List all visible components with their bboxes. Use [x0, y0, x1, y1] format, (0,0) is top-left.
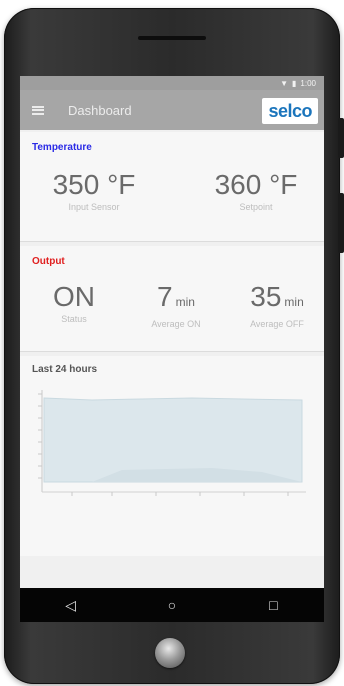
- output-title: Output: [32, 256, 65, 267]
- average-off-unit: min: [284, 295, 304, 309]
- recents-button[interactable]: □: [253, 593, 293, 617]
- status-label: Status: [61, 314, 87, 324]
- average-on-label: Average ON: [151, 319, 201, 329]
- setpoint-label: Setpoint: [239, 202, 273, 212]
- status-time: 1:00: [300, 78, 316, 88]
- average-on-value: 7: [157, 281, 173, 312]
- battery-icon: ▮: [292, 78, 297, 88]
- y-axis: [38, 390, 43, 492]
- average-off-label: Average OFF: [250, 319, 304, 329]
- phone-frame: ▼ ▮ 1:00 Dashboard selco Temperature 350…: [4, 8, 344, 684]
- power-button[interactable]: [338, 193, 344, 253]
- average-off-value: 35: [250, 281, 282, 312]
- selco-logo: selco: [262, 98, 318, 124]
- setpoint-metric: 360 °F Setpoint: [194, 169, 318, 213]
- input-sensor-value: 350 °F: [52, 169, 136, 200]
- earpiece-speaker: [138, 36, 206, 40]
- app-bar: Dashboard selco: [20, 90, 324, 130]
- recents-icon: □: [269, 597, 278, 613]
- average-on-unit: min: [175, 295, 195, 309]
- volume-button[interactable]: [338, 118, 344, 158]
- history-chart: [38, 390, 306, 496]
- temperature-card: Temperature 350 °F Input Sensor 360 °F S…: [20, 132, 324, 242]
- average-on-metric: 7 min Average ON: [132, 281, 220, 330]
- home-icon: ○: [167, 597, 177, 613]
- back-icon: ◁: [65, 596, 77, 613]
- status-metric: ON Status: [34, 281, 114, 325]
- setpoint-value: 360 °F: [214, 169, 298, 200]
- input-sensor-metric: 350 °F Input Sensor: [34, 169, 154, 213]
- signal-icon: ▼: [280, 78, 289, 88]
- back-button[interactable]: ◁: [51, 593, 91, 617]
- input-sensor-label: Input Sensor: [68, 202, 120, 212]
- history-card: Last 24 hours: [20, 356, 324, 556]
- x-axis: [42, 491, 306, 496]
- output-card: Output ON Status 7 min Average ON 35 min A…: [20, 246, 324, 352]
- app-title: Dashboard: [68, 102, 132, 118]
- history-title: Last 24 hours: [32, 364, 98, 375]
- home-button[interactable]: ○: [152, 593, 192, 617]
- physical-home-button[interactable]: [155, 638, 185, 668]
- status-bar: ▼ ▮ 1:00: [20, 76, 324, 90]
- status-value: ON: [53, 281, 95, 312]
- android-nav-bar: ◁ ○ □: [20, 588, 324, 622]
- temperature-title: Temperature: [32, 142, 92, 153]
- average-off-metric: 35 min Average OFF: [230, 281, 324, 330]
- phone-screen: ▼ ▮ 1:00 Dashboard selco Temperature 350…: [20, 76, 324, 622]
- hamburger-menu-icon[interactable]: [32, 105, 44, 115]
